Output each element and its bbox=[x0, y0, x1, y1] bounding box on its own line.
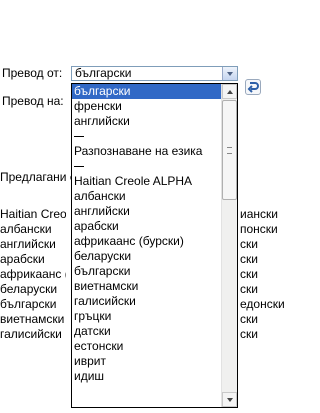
swap-icon bbox=[247, 82, 259, 93]
background-language-item: албански bbox=[0, 222, 52, 236]
dropdown-option[interactable]: беларуски bbox=[72, 249, 221, 264]
background-language-item: арабски bbox=[0, 252, 45, 266]
dropdown-option[interactable]: естонски bbox=[72, 339, 221, 354]
dropdown-option[interactable]: арабски bbox=[72, 219, 221, 234]
dropdown-option[interactable]: Разпознаване на езика bbox=[72, 144, 221, 159]
background-language-item: ски bbox=[240, 327, 258, 341]
chevron-down-icon[interactable] bbox=[222, 67, 237, 80]
dropdown-options: български френски английски Разпознаване на… bbox=[72, 84, 221, 384]
dropdown-option[interactable]: иврит bbox=[72, 354, 221, 369]
background-language-item: Haitian Creole bbox=[0, 207, 66, 221]
background-language-item: беларуски bbox=[0, 282, 58, 296]
to-label: Превод на: bbox=[2, 94, 64, 108]
dropdown-option[interactable]: африкаанс (бурски) bbox=[72, 234, 221, 249]
from-label: Превод от: bbox=[2, 66, 63, 80]
suggested-label: Предлагани е bbox=[0, 170, 77, 184]
dropdown-option[interactable]: английски bbox=[72, 114, 221, 129]
dropdown-option[interactable]: френски bbox=[72, 99, 221, 114]
background-language-item: понски bbox=[240, 222, 278, 236]
dropdown-option[interactable]: виетнамски bbox=[72, 279, 221, 294]
dropdown-option[interactable]: галисийски bbox=[72, 294, 221, 309]
background-language-list-right: иански понски ски ски ски ски едонски ски ски bbox=[240, 207, 289, 342]
background-language-item: ски bbox=[240, 282, 258, 296]
dropdown-separator bbox=[72, 129, 221, 144]
dropdown-separator bbox=[72, 159, 221, 174]
dropdown-option[interactable]: датски bbox=[72, 324, 221, 339]
swap-languages-button[interactable] bbox=[245, 79, 261, 95]
background-language-item: галисийски bbox=[0, 327, 62, 341]
dropdown-option[interactable]: Haitian Creole ALPHA bbox=[72, 174, 221, 189]
language-dropdown-list[interactable]: български френски английски Разпознаване на… bbox=[71, 83, 238, 408]
background-language-item: ски bbox=[240, 267, 258, 281]
scroll-up-icon[interactable] bbox=[222, 84, 237, 99]
scrollbar-thumb[interactable] bbox=[222, 100, 237, 200]
background-language-item: африкаанс (б bbox=[0, 267, 66, 281]
background-language-item: виетнамски bbox=[0, 312, 65, 326]
background-language-item: английски bbox=[0, 237, 56, 251]
background-language-item: български bbox=[0, 297, 57, 311]
dropdown-option[interactable]: български bbox=[72, 84, 221, 99]
dropdown-option[interactable]: идиш bbox=[72, 369, 221, 384]
dropdown-scrollbar[interactable] bbox=[221, 84, 237, 407]
background-language-list-left: Haitian Creoleалбанскианглийскиарабскиаф… bbox=[0, 207, 66, 342]
background-language-item: едонски bbox=[240, 297, 285, 311]
background-language-item: ски bbox=[240, 312, 258, 326]
dropdown-option[interactable]: гръцки bbox=[72, 309, 221, 324]
dropdown-option[interactable]: български bbox=[72, 264, 221, 279]
dropdown-option[interactable]: албански bbox=[72, 189, 221, 204]
background-language-item: ски bbox=[240, 252, 258, 266]
dropdown-option[interactable]: английски bbox=[72, 204, 221, 219]
source-language-select[interactable]: български bbox=[71, 66, 238, 81]
background-language-item: иански bbox=[240, 207, 278, 221]
background-language-item: ски bbox=[240, 237, 258, 251]
scroll-down-icon[interactable] bbox=[222, 392, 237, 407]
select-current-value: български bbox=[75, 66, 132, 80]
